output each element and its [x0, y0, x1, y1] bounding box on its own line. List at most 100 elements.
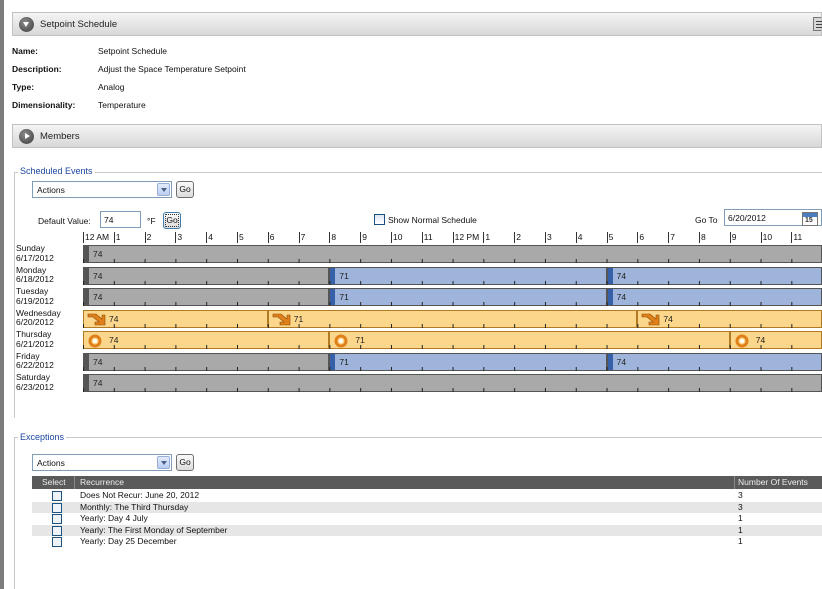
day-date: 6/23/2012: [16, 381, 54, 392]
description-label: Description:: [12, 64, 62, 74]
group-border: [14, 172, 822, 173]
day-row: Friday 6/22/2012 74 71 74: [16, 351, 822, 372]
hour-label: 12 PM: [452, 232, 480, 243]
select-checkbox[interactable]: [52, 537, 62, 547]
hour-label: 2: [144, 232, 152, 243]
setpoint-value: 74: [616, 270, 627, 281]
day-timeline[interactable]: 74 71 74: [83, 352, 822, 371]
members-title: Members: [40, 131, 80, 142]
calendar-day: 15: [805, 217, 813, 224]
hour-ticks: [83, 280, 822, 285]
event-count-cell: 1: [738, 524, 743, 535]
scheduled-go-button[interactable]: Go: [176, 181, 194, 198]
default-value-label: Default Value:: [38, 216, 91, 226]
column-separator: [734, 476, 735, 489]
group-border: [14, 172, 15, 418]
day-label: Sunday 6/17/2012: [16, 243, 82, 264]
day-timeline[interactable]: 74: [83, 374, 822, 392]
exceptions-label: Exceptions: [18, 432, 67, 442]
default-value-go-button[interactable]: Go: [163, 212, 181, 229]
day-timeline[interactable]: 74 71 74: [83, 309, 822, 328]
hour-label: 5: [606, 232, 614, 243]
day-label: Tuesday 6/19/2012: [16, 286, 82, 307]
setpoint-value: 71: [339, 292, 349, 302]
day-date: 6/18/2012: [16, 274, 54, 284]
day-date: 6/17/2012: [16, 252, 54, 263]
select-checkbox[interactable]: [52, 525, 62, 536]
day-date: 6/21/2012: [16, 338, 54, 349]
table-row[interactable]: Does Not Recur: June 20, 2012 3: [32, 490, 822, 501]
setpoint-value: 74: [109, 313, 119, 324]
schedule-title: Setpoint Schedule: [40, 19, 118, 30]
hour-ticks: [83, 345, 822, 349]
day-date: 6/20/2012: [16, 317, 54, 327]
hour-label: 4: [575, 232, 583, 243]
table-row[interactable]: Yearly: The First Monday of September 1: [32, 524, 822, 536]
calendar-icon[interactable]: 15: [802, 212, 818, 226]
chevron-down-icon[interactable]: [157, 456, 170, 469]
hour-label: 11: [791, 232, 803, 243]
recurrence-cell: Yearly: Day 25 December: [80, 536, 177, 546]
recurrence-cell: Does Not Recur: June 20, 2012: [80, 490, 200, 500]
day-timeline[interactable]: 74 71 74: [83, 266, 822, 285]
hour-ticks: [83, 302, 822, 306]
hour-label: 12 AM: [83, 232, 110, 243]
description-value: Adjust the Space Temperature Setpoint: [98, 64, 246, 74]
day-date: 6/19/2012: [16, 295, 54, 306]
day-timeline[interactable]: 74 71 74: [83, 331, 822, 349]
table-row[interactable]: Monthly: The Third Thursday 3: [32, 501, 822, 513]
group-border: [14, 437, 15, 589]
table-row[interactable]: Yearly: Day 4 July 1: [32, 513, 822, 524]
select-checkbox[interactable]: [52, 514, 62, 524]
hour-label: 8: [699, 232, 706, 243]
menu-icon[interactable]: [813, 17, 822, 31]
hour-label: 6: [267, 232, 275, 243]
collapse-icon[interactable]: [19, 17, 34, 32]
column-separator: [74, 476, 75, 489]
day-label: Monday 6/18/2012: [16, 265, 82, 286]
group-border: [14, 437, 822, 438]
setpoint-value: 74: [93, 378, 103, 388]
default-value-input[interactable]: 74: [100, 211, 141, 228]
chevron-down-icon[interactable]: [157, 183, 170, 196]
recurrence-cell: Monthly: The Third Thursday: [80, 501, 189, 512]
hour-label: 3: [175, 232, 183, 243]
scheduled-events-label: Scheduled Events: [18, 166, 95, 176]
exceptions-go-button[interactable]: Go: [176, 454, 194, 471]
setpoint-value: 74: [616, 356, 627, 367]
actions-value: Actions: [37, 185, 65, 195]
goto-label: Go To: [695, 215, 718, 225]
select-checkbox[interactable]: [52, 502, 62, 513]
name-label: Name:: [12, 46, 38, 56]
goto-date-value: 6/20/2012: [728, 213, 766, 223]
hour-label: 7: [668, 232, 675, 243]
table-row[interactable]: Yearly: Day 25 December 1: [32, 536, 822, 547]
show-normal-schedule-checkbox[interactable]: [374, 214, 385, 225]
day-timeline[interactable]: 74 71 74: [83, 288, 822, 306]
name-value: Setpoint Schedule: [98, 46, 167, 56]
actions-value: Actions: [37, 458, 65, 468]
select-column-header[interactable]: Select: [42, 477, 66, 487]
setpoint-value: 74: [93, 270, 103, 281]
event-count-cell: 3: [738, 501, 743, 512]
expand-icon[interactable]: [19, 129, 34, 144]
unit-label: °F: [147, 216, 156, 226]
members-header[interactable]: Members: [12, 124, 822, 148]
recurrence-column-header[interactable]: Recurrence: [80, 477, 124, 487]
select-checkbox[interactable]: [52, 491, 62, 501]
hour-label: 5: [237, 232, 244, 243]
hour-ticks: [83, 323, 822, 328]
hour-label: 10: [760, 232, 773, 243]
hour-label: 2: [514, 232, 521, 243]
exceptions-actions-dropdown[interactable]: Actions: [32, 454, 172, 471]
setpoint-value: 71: [339, 270, 349, 281]
setpoint-value: 74: [755, 335, 766, 345]
day-timeline[interactable]: 74: [83, 245, 822, 263]
setpoint-value: 74: [93, 292, 103, 302]
scheduled-actions-dropdown[interactable]: Actions: [32, 181, 172, 198]
schedule-header[interactable]: Setpoint Schedule: [12, 12, 822, 36]
count-column-header[interactable]: Number Of Events: [738, 477, 808, 487]
show-normal-schedule-label: Show Normal Schedule: [388, 215, 477, 225]
day-label: Thursday 6/21/2012: [16, 329, 82, 350]
hour-label: 1: [113, 232, 121, 243]
